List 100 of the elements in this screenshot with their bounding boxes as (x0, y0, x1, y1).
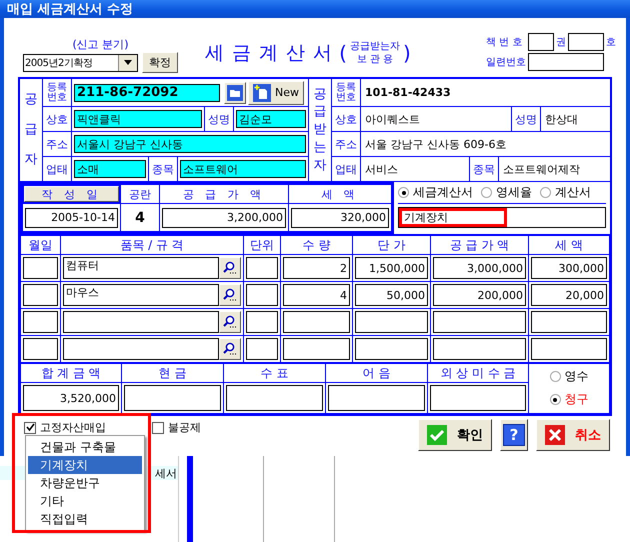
date-field[interactable] (23, 338, 58, 360)
field-label: 업태 (335, 162, 357, 176)
field-label: 등록번호 (335, 82, 357, 102)
date-field[interactable]: 2005-10-14 (25, 208, 118, 228)
unit-field[interactable] (246, 311, 278, 333)
unit-field[interactable] (246, 284, 278, 306)
column-header: 수 표 (260, 366, 288, 380)
supply-amount-field[interactable] (433, 311, 526, 333)
open-button[interactable] (224, 82, 246, 104)
volume-field[interactable] (528, 32, 554, 50)
folder-icon (227, 84, 243, 100)
date-field[interactable] (23, 311, 58, 333)
search-button[interactable] (219, 284, 241, 306)
help-button[interactable]: ? (500, 419, 528, 451)
parenthesis: ) (402, 40, 411, 64)
supply-amount-field[interactable]: 200,000 (433, 284, 526, 306)
date-field[interactable] (23, 284, 58, 306)
supply-amount-field[interactable]: 3,000,000 (433, 257, 526, 279)
list-item-text: 세서 (155, 466, 177, 480)
tax-amount-field[interactable] (531, 338, 607, 360)
company-text: 아이퀘스트 (364, 112, 421, 126)
menu-item[interactable]: 기타 (28, 492, 142, 510)
column-header: 단위 (250, 238, 274, 252)
field-label: 성명 (208, 112, 230, 126)
item-name-field[interactable] (63, 311, 219, 333)
business-type-text: 서비스 (364, 162, 399, 176)
search-icon (223, 315, 237, 329)
business-item-field[interactable]: 소프트웨어 (180, 160, 306, 178)
column-header: 품목 / 규 격 (120, 238, 184, 252)
unit-price-field[interactable]: 1,500,000 (355, 257, 428, 279)
radio-button[interactable]: 영수 (550, 368, 588, 385)
period-dropdown[interactable]: 2005년2기확정 (23, 54, 138, 72)
new-button[interactable]: New (248, 80, 304, 104)
business-type-field[interactable]: 소매 (74, 160, 146, 178)
new-document-icon (253, 84, 271, 102)
item-name-field[interactable]: 마우스 (63, 284, 219, 306)
unit-price-field[interactable] (355, 338, 428, 360)
unit-field[interactable] (246, 257, 278, 279)
quantity-field[interactable]: 2 (283, 257, 350, 279)
total-amount-field[interactable]: 3,520,000 (23, 385, 119, 411)
menu-item[interactable]: 차량운반구 (28, 474, 142, 492)
menu-item[interactable]: 기계장치 (28, 456, 142, 474)
checkbox[interactable]: 불공제 (152, 420, 201, 435)
payment-field[interactable] (328, 385, 425, 411)
business-item-text: 소프트웨어제작 (502, 162, 581, 176)
field-label: 상호 (46, 112, 68, 126)
search-button[interactable] (219, 257, 241, 279)
unit-field[interactable] (246, 338, 278, 360)
tax-amount-field[interactable]: 300,000 (531, 257, 607, 279)
search-button[interactable] (219, 338, 241, 360)
column-header: 세 액 (555, 238, 583, 252)
company-field[interactable]: 픽앤클릭 (74, 110, 202, 128)
address-field[interactable]: 서울시 강남구 신사동 (74, 135, 306, 153)
field-label: 상호 (335, 112, 357, 126)
serial-field[interactable] (528, 52, 604, 70)
unit-price-field[interactable]: 50,000 (355, 284, 428, 306)
field-label: 업태 (46, 162, 68, 176)
radio-button[interactable]: 영세율 (481, 184, 532, 201)
radio-button[interactable]: 세금계산서 (398, 184, 473, 201)
address-text: 서울 강남구 신사동 609-6호 (364, 136, 508, 152)
supply-amount-field[interactable] (433, 338, 526, 360)
owner-field[interactable]: 김순모 (236, 110, 306, 128)
quantity-field[interactable] (283, 338, 350, 360)
payment-field[interactable] (226, 385, 323, 411)
radio-button[interactable]: 계산서 (540, 184, 591, 201)
caret-icon (124, 60, 132, 65)
reg-number-text: 101-81-42433 (364, 86, 452, 99)
menu-item[interactable]: 건물과 구축물 (28, 438, 142, 456)
owner-text: 한상대 (544, 112, 579, 126)
period-label: (신고 분기) (72, 37, 129, 52)
column-header: 외 상 미 수 금 (440, 366, 516, 380)
unit-label: 권 (556, 36, 566, 48)
unit-price-field[interactable] (355, 311, 428, 333)
tax-amount-field[interactable] (531, 311, 607, 333)
menu-item[interactable]: 직접입력 (28, 510, 142, 528)
close-icon (545, 425, 565, 445)
column-header: 공란 (129, 186, 151, 202)
supply-amount-field[interactable]: 3,200,000 (162, 208, 286, 228)
quantity-field[interactable]: 4 (283, 284, 350, 306)
column-header: 공 급 가 액 (450, 238, 510, 252)
tax-amount-field[interactable]: 320,000 (291, 208, 389, 228)
number-field[interactable] (568, 32, 604, 50)
date-button[interactable]: 작 성 일 (24, 186, 119, 202)
item-name-field[interactable] (63, 338, 219, 360)
quantity-field[interactable] (283, 311, 350, 333)
date-field[interactable] (23, 257, 58, 279)
tax-amount-field[interactable]: 20,000 (531, 284, 607, 306)
item-name-field[interactable]: 컴퓨터 (63, 257, 219, 279)
unit-label: 호 (606, 36, 616, 48)
payment-field[interactable] (430, 385, 526, 411)
search-button[interactable] (219, 311, 241, 333)
radio-button[interactable]: 청구 (550, 391, 588, 408)
ok-button[interactable]: 확인 (418, 419, 492, 451)
search-icon (223, 342, 237, 356)
checkbox[interactable]: 고정자산매입 (24, 420, 106, 435)
column-header: 현 금 (158, 366, 186, 380)
memo-field[interactable]: 기계장치 (398, 207, 606, 228)
reg-number-field[interactable]: 211-86-72092 (74, 84, 220, 102)
payment-field[interactable] (124, 385, 221, 411)
confirm-period-button[interactable]: 확정 (142, 52, 178, 73)
